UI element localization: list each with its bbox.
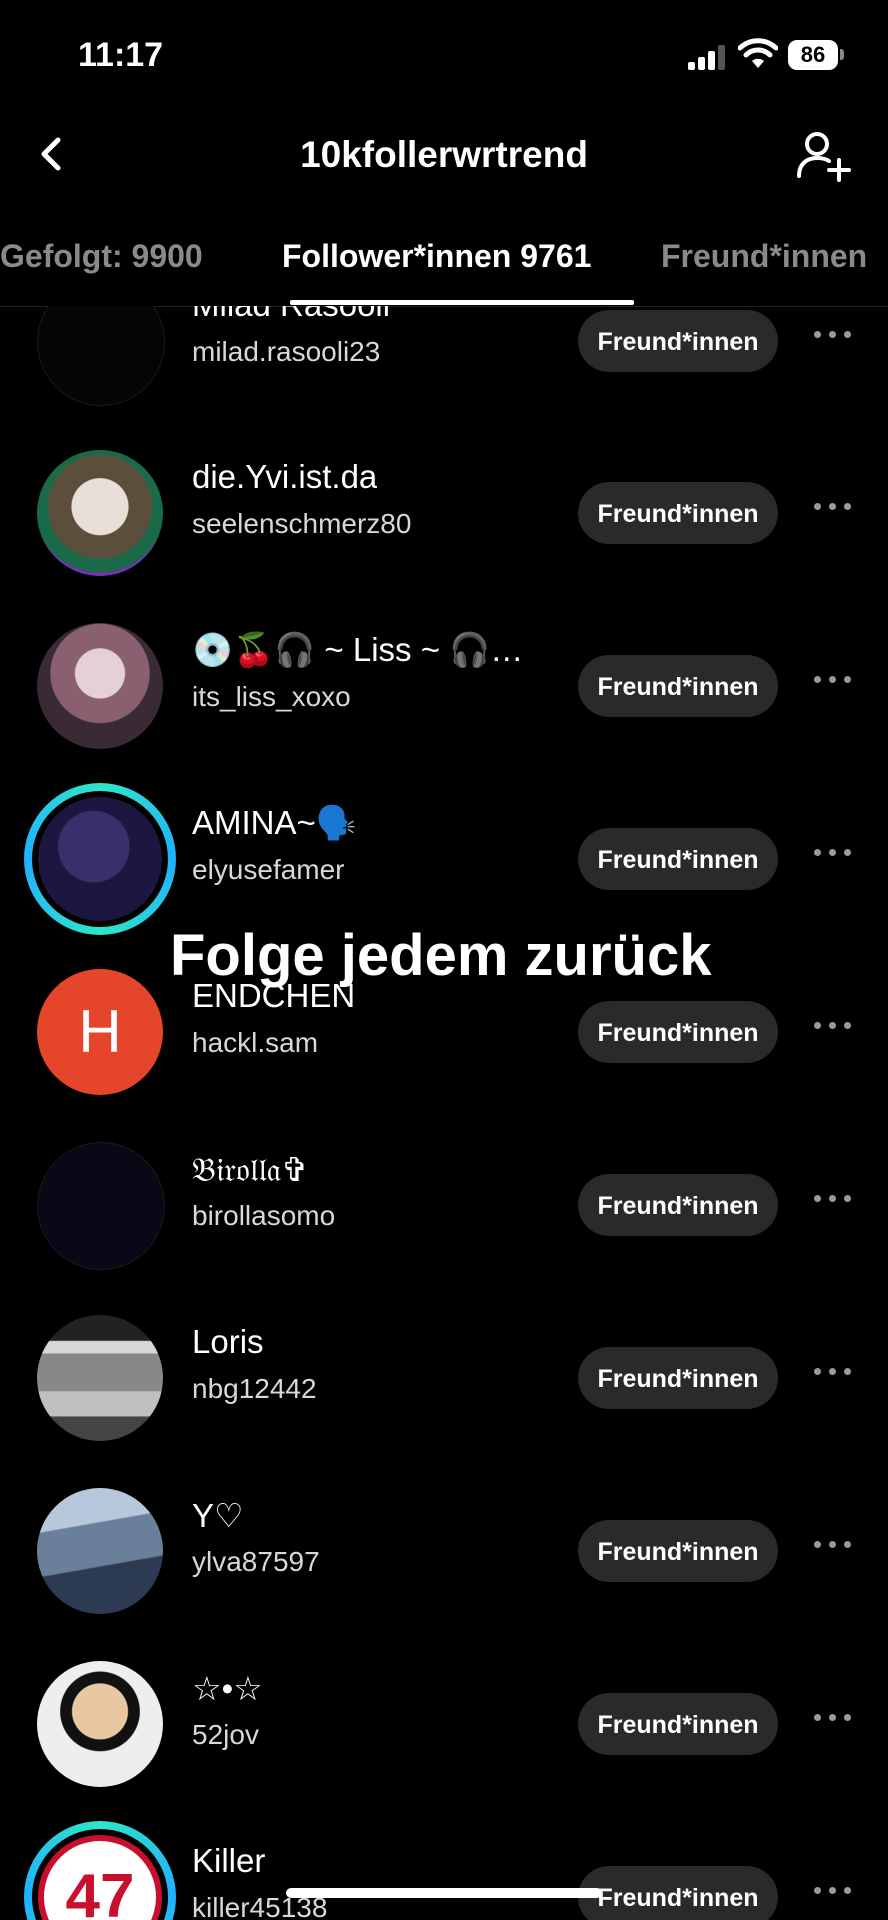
more-icon[interactable] [814,1538,854,1552]
display-name: 💿🍒🎧 ~ Liss ~ 🎧… [192,631,524,668]
more-icon[interactable] [814,500,854,514]
display-name: Milad Rasooli [192,306,390,324]
list-item[interactable]: 💿🍒🎧 ~ Liss ~ 🎧… its_liss_xoxo Freund*inn… [0,589,888,761]
tab-bar: Gefolgt: 9900 Follower*innen 9761 Freund… [0,230,888,307]
followers-list: Milad Rasooli milad.rasooli23 Freund*inn… [0,306,888,1920]
add-user-icon[interactable] [795,128,851,184]
more-icon[interactable] [814,846,854,860]
username: 52jov [192,1719,259,1750]
active-tab-indicator [290,300,634,305]
display-name: Killer [192,1842,266,1879]
list-item[interactable]: 𝔅𝔦𝔯𝔬𝔩𝔩𝔞✞ birollasomo Freund*innen [0,1108,888,1280]
list-item[interactable]: ☆•☆ 52jov Freund*innen [0,1627,888,1799]
friends-button[interactable]: Freund*innen [578,1866,778,1920]
overlay-caption: Folge jedem zurück [170,923,712,988]
list-item[interactable]: die.Yvi.ist.da seelenschmerz80 Freund*in… [0,416,888,588]
more-icon[interactable] [814,673,854,687]
battery-cap [840,49,844,60]
username: seelenschmerz80 [192,508,412,539]
avatar[interactable] [37,1142,165,1270]
display-name: ☆•☆ [192,1670,263,1707]
list-item[interactable]: AMINA~🗣️ elyusefamer Freund*innen [0,762,888,935]
username: elyusefamer [192,854,345,885]
friends-button[interactable]: Freund*innen [578,1520,778,1582]
avatar[interactable] [37,450,163,576]
avatar[interactable] [37,1488,163,1614]
friends-button[interactable]: Freund*innen [578,1347,778,1409]
tab-followers[interactable]: Follower*innen 9761 [282,238,591,275]
avatar[interactable] [37,1315,163,1441]
more-icon[interactable] [814,1192,854,1206]
list-item[interactable]: Loris nbg12442 Freund*innen [0,1281,888,1453]
friends-button[interactable]: Freund*innen [578,310,778,372]
username: nbg12442 [192,1373,317,1404]
home-indicator [286,1888,602,1898]
username: birollasomo [192,1200,336,1231]
username: milad.rasooli23 [192,336,381,367]
display-name: Y♡ [192,1497,244,1534]
list-item[interactable]: Milad Rasooli milad.rasooli23 Freund*inn… [0,306,888,416]
username: its_liss_xoxo [192,681,351,712]
avatar-letter[interactable]: H [37,969,163,1095]
username: hackl.sam [192,1027,319,1058]
list-item[interactable]: Y♡ ylva87597 Freund*innen [0,1454,888,1626]
top-nav: 10kfollerwrtrend [0,110,888,200]
wifi-icon [738,38,778,68]
display-name: 𝔅𝔦𝔯𝔬𝔩𝔩𝔞✞ [192,1151,309,1188]
friends-button[interactable]: Freund*innen [578,1174,778,1236]
tab-friends[interactable]: Freund*innen [661,238,867,275]
friends-button[interactable]: Freund*innen [578,482,778,544]
story-ring[interactable] [24,783,176,935]
more-icon[interactable] [814,1711,854,1725]
display-name: AMINA~🗣️ [192,804,357,841]
more-icon[interactable] [814,1884,854,1898]
display-name: die.Yvi.ist.da [192,458,378,495]
avatar[interactable] [37,623,163,749]
friends-button[interactable]: Freund*innen [578,655,778,717]
avatar [38,797,162,921]
battery-icon: 86 [788,40,838,70]
status-bar: 11:17 86 [0,0,888,110]
story-ring[interactable]: 47 [24,1821,176,1920]
friends-button[interactable]: Freund*innen [578,1001,778,1063]
status-time: 11:17 [78,36,164,74]
friends-button[interactable]: Freund*innen [578,828,778,890]
page-title: 10kfollerwrtrend [300,134,588,175]
more-icon[interactable] [814,1365,854,1379]
friends-button[interactable]: Freund*innen [578,1693,778,1755]
avatar[interactable] [37,1661,163,1787]
more-icon[interactable] [814,1019,854,1033]
list-item[interactable]: 47 Killer killer45138 Freund*innen [0,1800,888,1920]
signal-icon [688,44,725,70]
display-name: Loris [192,1323,264,1360]
tab-following[interactable]: Gefolgt: 9900 [0,238,203,275]
username: ylva87597 [192,1546,320,1577]
avatar[interactable] [37,306,165,406]
more-icon[interactable] [814,328,854,342]
